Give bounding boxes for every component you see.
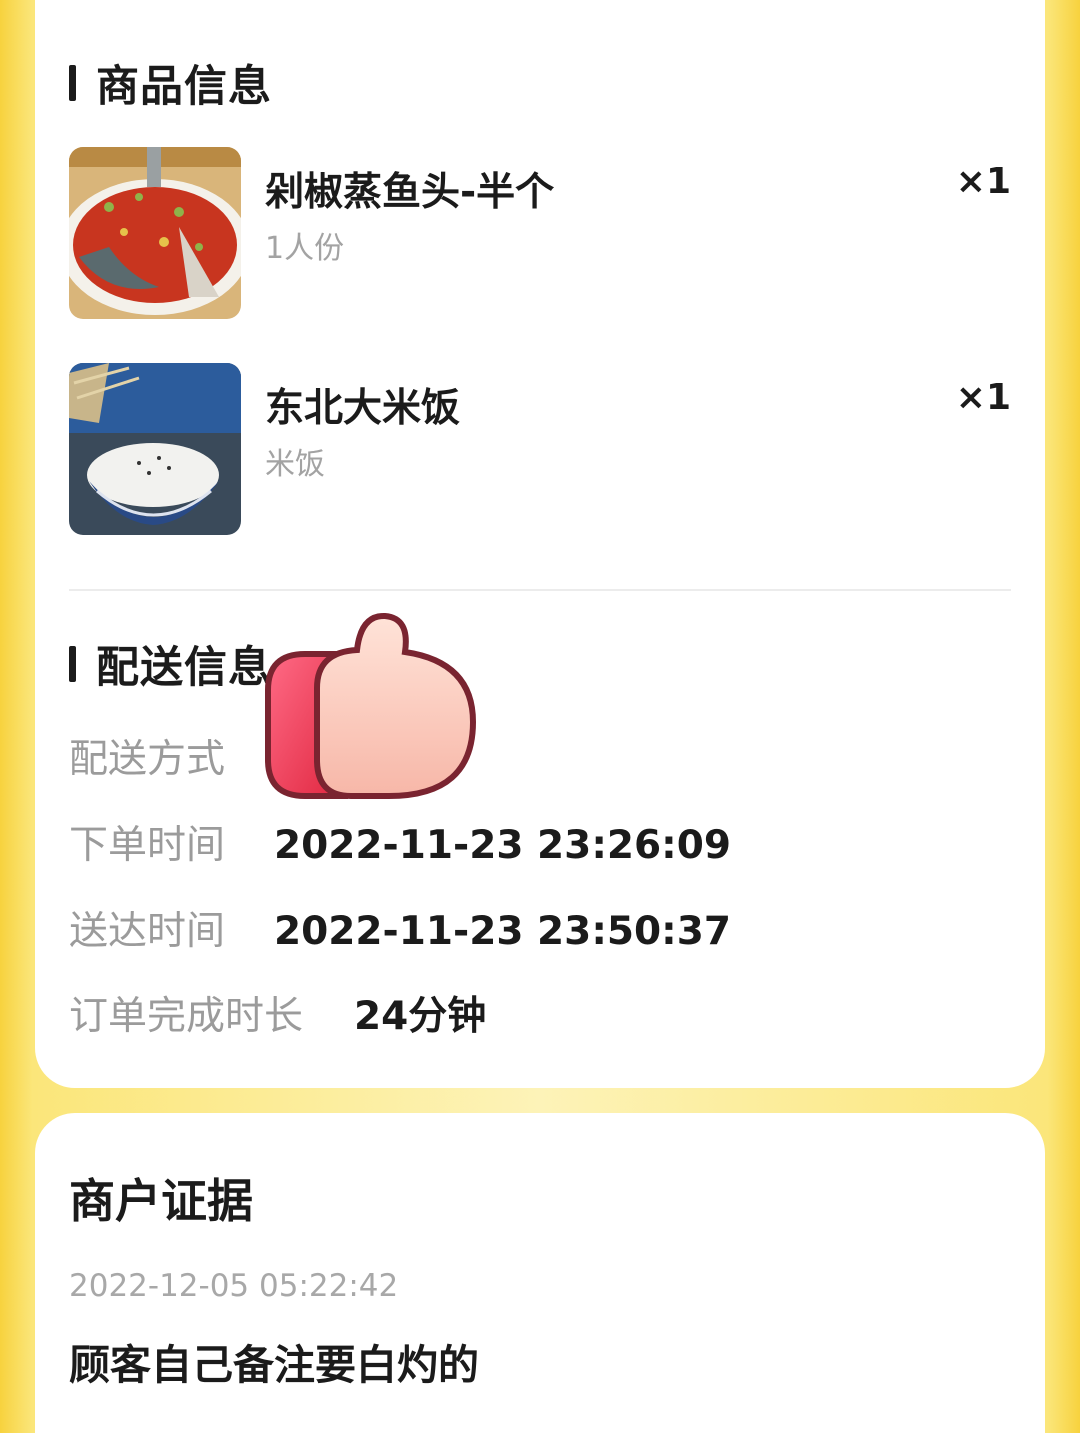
delivery-method-label: 配送方式 xyxy=(69,737,226,782)
item-name: 东北大米饭 xyxy=(265,386,461,431)
arrive-time-value: 2022-11-23 23:50:37 xyxy=(274,909,732,954)
order-time-label: 下单时间 xyxy=(69,823,226,868)
goods-item[interactable]: 剁椒蒸鱼头-半个 1人份 ×1 xyxy=(69,147,1011,319)
rice-bowl-image xyxy=(69,363,241,535)
evidence-title: 商户证据 xyxy=(69,1174,253,1228)
delivery-section-title: 配送信息 xyxy=(69,633,272,695)
arrive-time-label: 送达时间 xyxy=(69,909,226,954)
arrive-time-row: 送达时间 2022-11-23 23:50:37 xyxy=(69,900,731,956)
delivery-method-row: 配送方式 xyxy=(69,728,225,784)
evidence-timestamp: 2022-12-05 05:22:42 xyxy=(69,1268,399,1304)
item-quantity: ×1 xyxy=(955,161,1011,202)
title-bar-accent xyxy=(69,646,76,682)
order-time-value: 2022-11-23 23:26:09 xyxy=(274,823,732,868)
item-name: 剁椒蒸鱼头-半个 xyxy=(265,170,555,215)
order-time-row: 下单时间 2022-11-23 23:26:09 xyxy=(69,814,731,870)
duration-value: 24分钟 xyxy=(354,994,487,1039)
goods-item[interactable]: 东北大米饭 米饭 ×1 xyxy=(69,363,1011,535)
section-divider xyxy=(69,589,1011,591)
evidence-note: 顾客自己备注要白灼的 xyxy=(69,1341,479,1389)
goods-section-title: 商品信息 xyxy=(69,52,272,114)
title-bar-accent xyxy=(69,65,76,101)
duration-row: 订单完成时长 24分钟 xyxy=(69,985,486,1041)
order-detail-card: 商品信息 剁椒蒸鱼头-半个 1人份 ×1 东北大米饭 米饭 ×1 配送信息 配送… xyxy=(35,0,1045,1088)
thumbs-up-sticker-icon xyxy=(265,610,477,800)
delivery-title-text: 配送信息 xyxy=(96,643,272,693)
item-spec: 米饭 xyxy=(265,447,325,482)
duration-label: 订单完成时长 xyxy=(69,994,304,1039)
fish-head-image xyxy=(69,147,241,319)
merchant-evidence-card: 商户证据 2022-12-05 05:22:42 顾客自己备注要白灼的 xyxy=(35,1113,1045,1433)
item-quantity: ×1 xyxy=(955,377,1011,418)
goods-title-text: 商品信息 xyxy=(96,62,272,112)
item-spec: 1人份 xyxy=(265,231,345,266)
